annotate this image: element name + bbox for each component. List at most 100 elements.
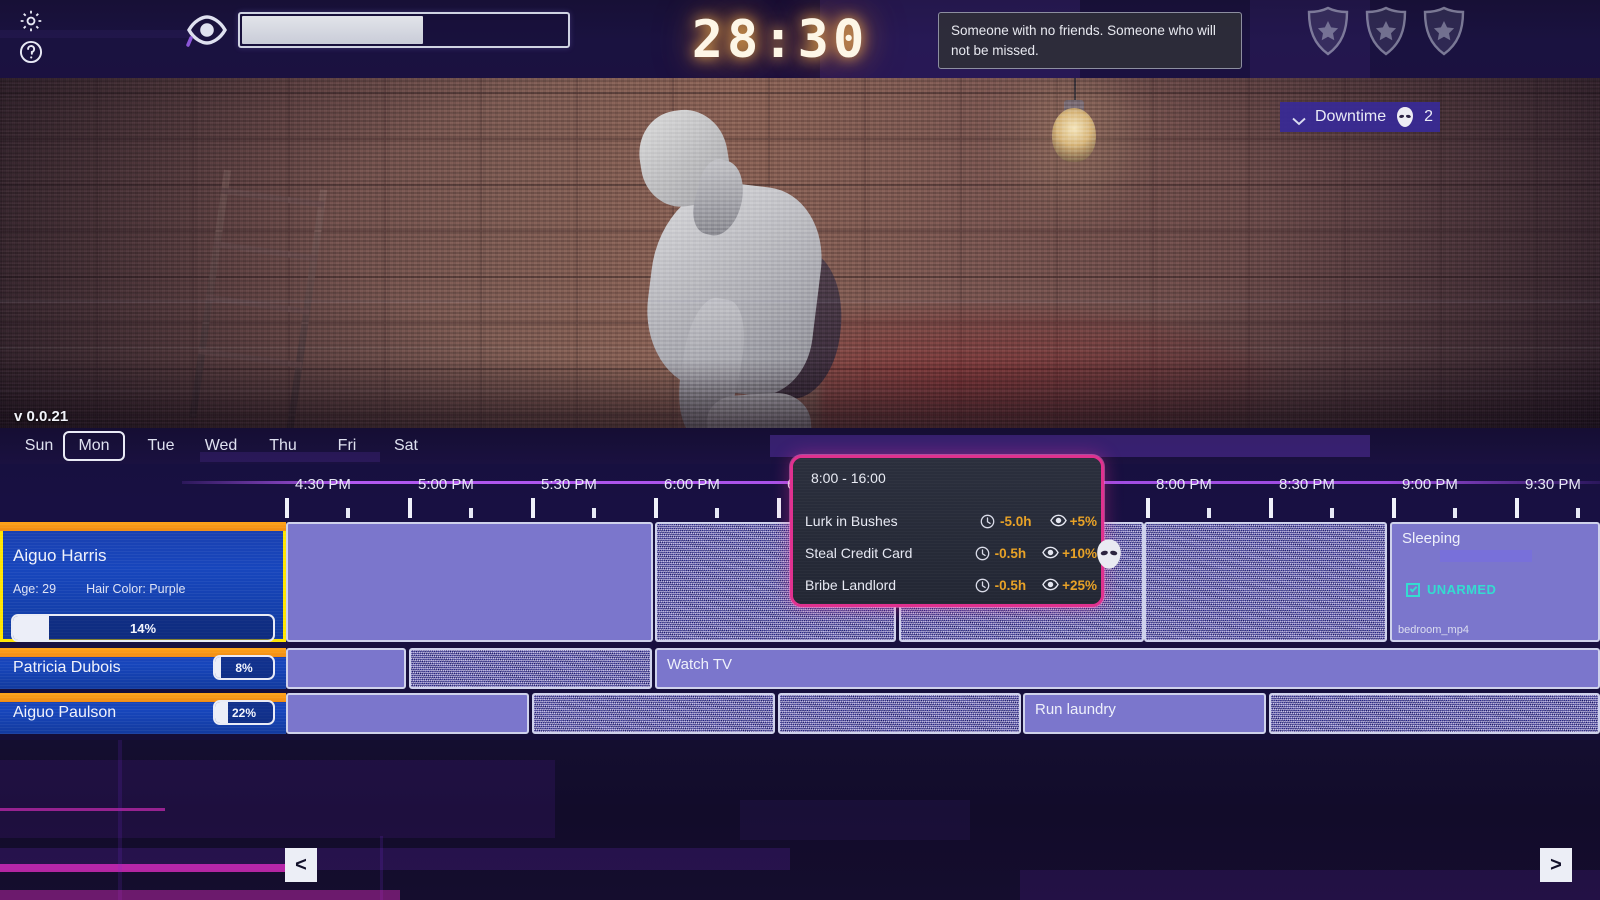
day-tab-wed[interactable]: Wed: [190, 432, 252, 460]
day-tab-sun[interactable]: Sun: [8, 432, 70, 460]
tooltip-visibility-cost: +5%: [1050, 514, 1097, 529]
day-tab-label: Thu: [269, 437, 297, 455]
day-tab-label: Wed: [205, 437, 238, 455]
unarmed-checkbox[interactable]: UNARMED: [1406, 582, 1496, 597]
time-tick-major: [285, 498, 289, 518]
character-card[interactable]: Aiguo Paulson 22%: [0, 693, 286, 734]
activity-block-hidden[interactable]: [286, 693, 529, 734]
game-screen: 28:30 Someone with no friends. Someone w…: [0, 0, 1600, 900]
next-page-button[interactable]: >: [1540, 848, 1572, 882]
police-badge-icon: [1306, 6, 1350, 56]
suspicion-meter: [238, 12, 570, 48]
suspicion-meter-fill: [242, 16, 423, 44]
tooltip-action-row[interactable]: Bribe Landlord -0.5h +25%: [805, 572, 1097, 598]
help-question-icon[interactable]: [18, 39, 44, 65]
character-name: Patricia Dubois: [13, 659, 121, 677]
day-tab-mon[interactable]: Mon: [63, 431, 125, 461]
tooltip-action-row[interactable]: Lurk in Bushes-5.0h +5%: [805, 508, 1097, 534]
badge-tracker: [1306, 6, 1476, 68]
suspicion-eye-icon: [183, 11, 231, 49]
time-tick-label: 5:00 PM: [418, 476, 474, 493]
mask-icon[interactable]: [1094, 538, 1124, 570]
tooltip-time-cost: -0.5h: [975, 546, 1042, 561]
bulb-cap: [1064, 100, 1084, 113]
character-card[interactable]: Patricia Dubois 8%: [0, 648, 286, 689]
time-cost-value: -0.5h: [995, 546, 1027, 561]
character-meta: Age: 29 Hair Color: Purple: [13, 580, 273, 598]
activity-block-hidden[interactable]: [778, 693, 1021, 734]
downtime-count: 2: [1424, 108, 1433, 126]
chevron-down-icon: [1292, 113, 1306, 122]
activity-block-run-laundry[interactable]: Run laundry: [1023, 693, 1266, 734]
time-tick-major: [654, 498, 658, 518]
blood-stain: [820, 300, 1290, 440]
eye-icon: [1042, 546, 1057, 561]
time-tick-minor: [1453, 508, 1457, 518]
tooltip-action-name: Lurk in Bushes: [805, 513, 980, 529]
activity-block-hidden[interactable]: [286, 522, 653, 642]
tooltip-action-name: Bribe Landlord: [805, 577, 975, 593]
light-bulb: [1052, 108, 1096, 162]
visibility-value: +25%: [1062, 578, 1097, 593]
day-tab-thu[interactable]: Thu: [252, 432, 314, 460]
day-tab-sat[interactable]: Sat: [375, 432, 437, 460]
activity-block-watch-tv[interactable]: Watch TV: [655, 648, 1600, 689]
tooltip-visibility-cost: +10%: [1042, 546, 1097, 561]
countdown-timer: 28:30: [660, 8, 900, 72]
activity-block-hidden[interactable]: [1144, 522, 1387, 642]
time-tick-minor: [592, 508, 596, 518]
progress-label: 8%: [215, 657, 273, 678]
activity-block-hidden[interactable]: [409, 648, 652, 689]
bulb-wire: [1074, 74, 1076, 112]
activity-block-hidden[interactable]: [286, 648, 406, 689]
time-tick-major: [1515, 498, 1519, 518]
prev-page-button[interactable]: <: [285, 848, 317, 882]
tooltip-action-row[interactable]: Steal Credit Card-0.5h+10%: [805, 540, 1097, 566]
mask-icon: [1395, 106, 1415, 128]
progress-label: 14%: [13, 616, 273, 640]
day-tab-tue[interactable]: Tue: [130, 432, 192, 460]
time-tick-label: 5:30 PM: [541, 476, 597, 493]
time-tick-label: 8:00 PM: [1156, 476, 1212, 493]
day-tab-label: Sat: [394, 437, 418, 455]
character-name: Aiguo Paulson: [13, 704, 116, 722]
time-tick-major: [408, 498, 412, 518]
clock-icon: [975, 578, 990, 593]
time-tick-major: [1146, 498, 1150, 518]
activity-block-hidden[interactable]: [532, 693, 775, 734]
character-progress-bar: 22%: [213, 700, 275, 725]
day-tab-label: Mon: [78, 437, 109, 455]
time-tick-minor: [1576, 508, 1580, 518]
ladder-prop: [183, 169, 366, 437]
hint-tooltip: Someone with no friends. Someone who wil…: [938, 12, 1242, 69]
day-tab-label: Tue: [148, 437, 175, 455]
time-tick-minor: [469, 508, 473, 518]
settings-gear-icon[interactable]: [18, 8, 44, 34]
character-hair-color: Hair Color: Purple: [86, 582, 185, 596]
timeline-lane: Run laundry: [286, 693, 1600, 734]
character-card[interactable]: Aiguo HarrisAge: 29Hair Color: Purple14%: [0, 522, 286, 642]
clock-icon: [975, 546, 990, 561]
downtime-panel[interactable]: Downtime 2: [1280, 102, 1440, 132]
time-tick-major: [1269, 498, 1273, 518]
tooltip-time-cost: -5.0h: [980, 514, 1050, 529]
day-tab-fri[interactable]: Fri: [316, 432, 378, 460]
time-tick-label: 9:00 PM: [1402, 476, 1458, 493]
activity-block-hidden[interactable]: [1269, 693, 1600, 734]
clip-filename: bedroom_mp4: [1398, 624, 1469, 636]
progress-label: 22%: [215, 702, 273, 723]
activity-block-sleeping[interactable]: SleepingUNARMEDbedroom_mp4: [1390, 522, 1600, 642]
police-badge-icon: [1364, 6, 1408, 56]
eye-icon: [1050, 514, 1065, 529]
day-tab-label: Fri: [338, 437, 357, 455]
activity-subtitle-bar: [1440, 550, 1532, 562]
time-tick-label: 9:30 PM: [1525, 476, 1581, 493]
time-tick-minor: [346, 508, 350, 518]
time-tick-minor: [715, 508, 719, 518]
character-age: Age: 29: [13, 582, 56, 596]
time-cost-value: -0.5h: [995, 578, 1027, 593]
tooltip-time-cost: -0.5h: [975, 578, 1042, 593]
top-hud-bar: 28:30 Someone with no friends. Someone w…: [0, 0, 1600, 78]
visibility-value: +5%: [1070, 514, 1097, 529]
clock-icon: [980, 514, 995, 529]
